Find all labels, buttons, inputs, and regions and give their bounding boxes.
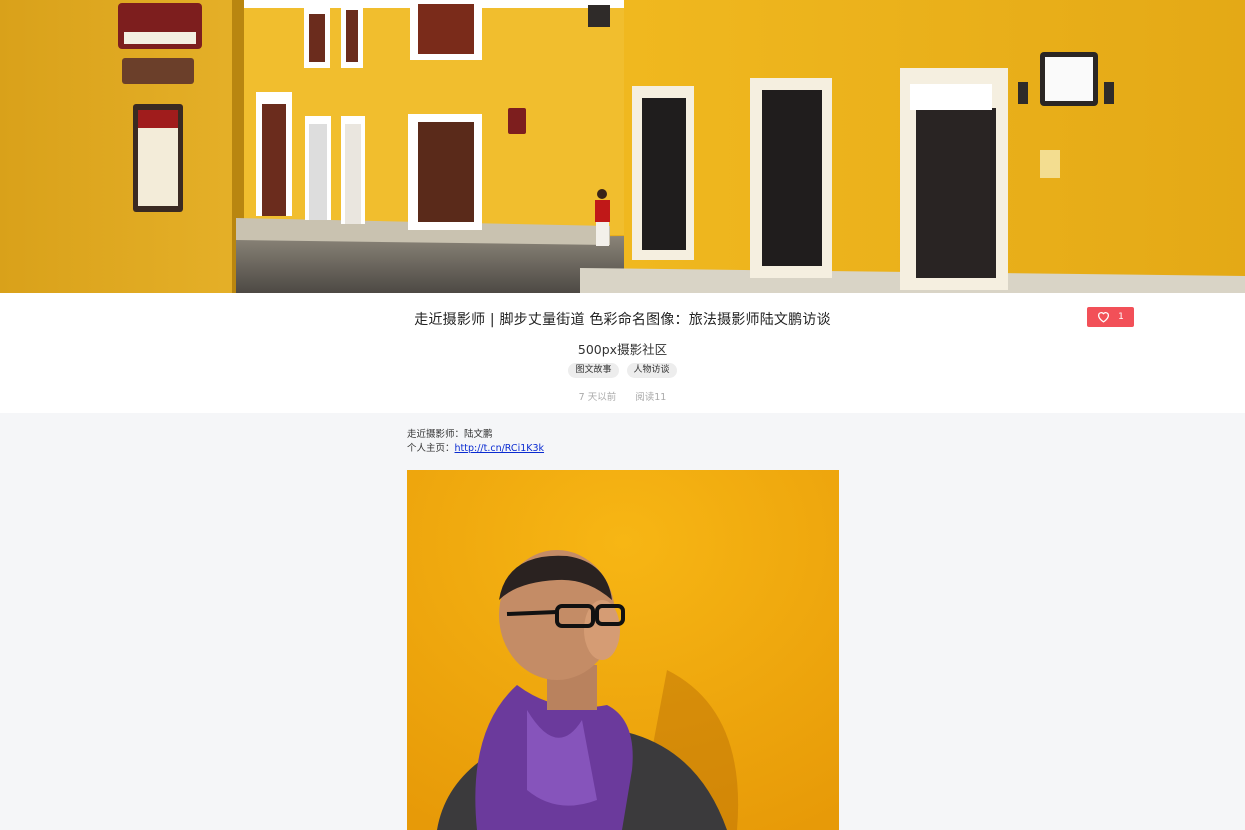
article-header: 走近摄影师 | 脚步丈量街道 色彩命名图像：旅法摄影师陆文鹏访谈 500px摄影…: [0, 293, 1245, 413]
intro-line: 走近摄影师：陆文鹏: [407, 429, 493, 440]
tag-story[interactable]: 图文故事: [568, 363, 619, 378]
author-name[interactable]: 500px摄影社区: [0, 339, 1245, 358]
article-body: 走近摄影师：陆文鹏 个人主页：http://t.cn/RCi1K3k: [407, 428, 839, 456]
hero-image: [0, 0, 1245, 293]
article-title: 走近摄影师 | 脚步丈量街道 色彩命名图像：旅法摄影师陆文鹏访谈: [414, 312, 831, 328]
like-count: 1: [1118, 312, 1124, 322]
read-count: 阅读11: [635, 392, 667, 403]
article-meta: 7 天以前 阅读11: [0, 389, 1245, 403]
homepage-label: 个人主页：: [407, 443, 455, 454]
hero-street-photo: [0, 0, 1245, 293]
heart-icon: [1097, 308, 1110, 327]
like-button[interactable]: 1: [1087, 307, 1134, 327]
tag-interview[interactable]: 人物访谈: [626, 363, 677, 378]
tag-list: 图文故事 人物访谈: [0, 363, 1245, 378]
homepage-link[interactable]: http://t.cn/RCi1K3k: [455, 443, 545, 454]
publish-time: 7 天以前: [578, 392, 617, 403]
homepage-line: 个人主页：http://t.cn/RCi1K3k: [407, 442, 839, 456]
portrait-photo: [407, 470, 839, 830]
